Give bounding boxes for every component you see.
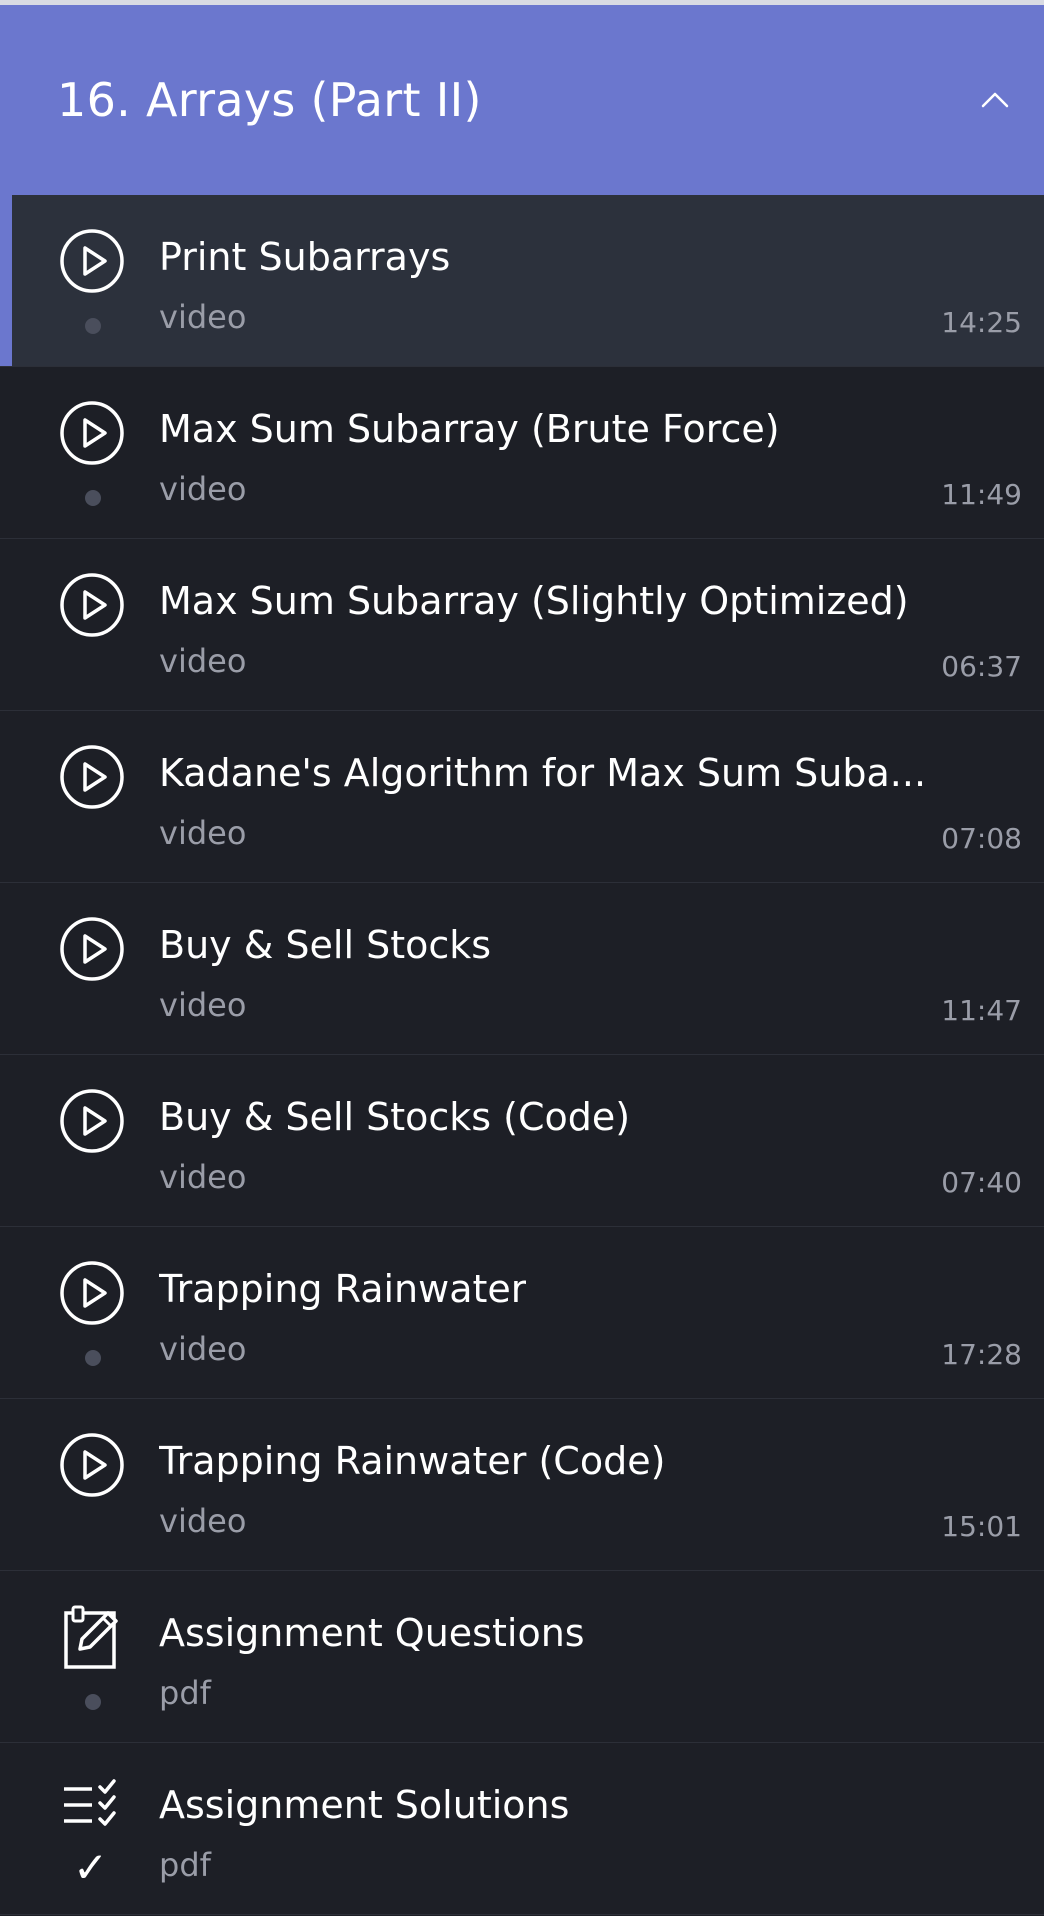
lecture-type: pdf: [159, 1846, 211, 1884]
lecture-duration: 07:40: [941, 1166, 1022, 1199]
lecture-item[interactable]: Print Subarrays video 14:25: [0, 195, 1044, 367]
active-indicator: [0, 195, 12, 366]
lecture-list: Print Subarrays video 14:25 Max Sum Subarra…: [0, 195, 1044, 1915]
lecture-item[interactable]: Max Sum Subarray (Brute Force) video 11:49: [0, 367, 1044, 539]
lecture-item[interactable]: Assignment Questions pdf: [0, 1571, 1044, 1743]
lecture-type: video: [159, 814, 247, 852]
chevron-up-icon[interactable]: [980, 89, 1010, 109]
lecture-duration: 07:08: [941, 822, 1022, 855]
lecture-item[interactable]: Trapping Rainwater video 17:28: [0, 1227, 1044, 1399]
progress-dot: [85, 1694, 101, 1710]
play-circle-icon: [58, 743, 126, 811]
lecture-type: video: [159, 298, 247, 336]
lecture-type: pdf: [159, 1674, 211, 1712]
lecture-type: video: [159, 1330, 247, 1368]
lecture-title: Buy & Sell Stocks: [159, 923, 492, 967]
lecture-title: Kadane's Algorithm for Max Sum Suba...: [159, 751, 927, 795]
lecture-title: Max Sum Subarray (Slightly Optimized): [159, 579, 909, 623]
play-circle-icon: [58, 1431, 126, 1499]
lecture-duration: 11:47: [941, 994, 1022, 1027]
checkmark-icon: ✓: [73, 1843, 109, 1892]
lecture-item[interactable]: Max Sum Subarray (Slightly Optimized) vid…: [0, 539, 1044, 711]
lecture-title: Assignment Solutions: [159, 1783, 570, 1827]
lecture-type: video: [159, 986, 247, 1024]
play-circle-icon: [58, 399, 126, 467]
lecture-title: Max Sum Subarray (Brute Force): [159, 407, 780, 451]
lecture-duration: 14:25: [941, 306, 1022, 339]
play-circle-icon: [58, 1087, 126, 1155]
play-circle-icon: [58, 571, 126, 639]
progress-dot: [85, 1350, 101, 1366]
lecture-duration: 11:49: [941, 478, 1022, 511]
lecture-duration: 15:01: [941, 1510, 1022, 1543]
checklist-icon: [58, 1775, 126, 1843]
assignment-edit-icon: [58, 1603, 126, 1671]
section-header[interactable]: 16. Arrays (Part II): [0, 5, 1044, 195]
lecture-title: Buy & Sell Stocks (Code): [159, 1095, 631, 1139]
lecture-type: video: [159, 642, 247, 680]
lecture-duration: 06:37: [941, 650, 1022, 683]
lecture-type: video: [159, 470, 247, 508]
lecture-item[interactable]: ✓ Assignment Solutions pdf: [0, 1743, 1044, 1915]
section-title: 16. Arrays (Part II): [57, 73, 482, 127]
play-circle-icon: [58, 915, 126, 983]
play-circle-icon: [58, 227, 126, 295]
lecture-type: video: [159, 1502, 247, 1540]
lecture-item[interactable]: Buy & Sell Stocks video 11:47: [0, 883, 1044, 1055]
lecture-type: video: [159, 1158, 247, 1196]
progress-dot: [85, 490, 101, 506]
lecture-title: Print Subarrays: [159, 235, 451, 279]
lecture-item[interactable]: Trapping Rainwater (Code) video 15:01: [0, 1399, 1044, 1571]
lecture-title: Trapping Rainwater: [159, 1267, 527, 1311]
lecture-item[interactable]: Kadane's Algorithm for Max Sum Suba... vi…: [0, 711, 1044, 883]
lecture-duration: 17:28: [941, 1338, 1022, 1371]
lecture-title: Assignment Questions: [159, 1611, 585, 1655]
progress-dot: [85, 318, 101, 334]
lecture-title: Trapping Rainwater (Code): [159, 1439, 666, 1483]
play-circle-icon: [58, 1259, 126, 1327]
lecture-item[interactable]: Buy & Sell Stocks (Code) video 07:40: [0, 1055, 1044, 1227]
